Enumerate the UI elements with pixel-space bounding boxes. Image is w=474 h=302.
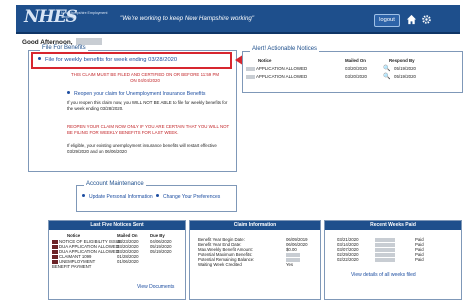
reopen-note: If you reopen this claim now, you WILL N… — [67, 100, 228, 111]
gear-icon[interactable] — [420, 14, 432, 26]
redacted-amount — [375, 243, 395, 247]
bullet-icon — [156, 194, 159, 197]
deadline-note: THIS CLAIM MUST BE FILED AND CERTIFIED O… — [70, 72, 220, 83]
reopen-warning: REOPEN YOUR CLAIM NOW ONLY IF YOU ARE CE… — [67, 124, 230, 135]
redacted-amount — [375, 253, 395, 257]
file-weekly-link[interactable]: File for weekly benefits for week ending… — [38, 57, 177, 63]
alert-respond: 05/19/2020 — [394, 66, 416, 71]
last-five-col-notice: Notice — [67, 233, 81, 238]
redacted-amount — [375, 248, 395, 252]
notice-due: 05/19/2020 — [150, 249, 172, 254]
redacted-value — [286, 253, 300, 257]
week-status: Paid — [415, 257, 424, 262]
redacted-name — [76, 38, 103, 45]
redacted-id — [246, 67, 255, 71]
update-personal-info-link[interactable]: Update Personal Information — [82, 194, 153, 200]
bullet-icon — [82, 194, 85, 197]
change-preferences-link[interactable]: Change Your Preferences — [156, 194, 220, 200]
redacted-id — [246, 75, 255, 79]
claim-value: Yes — [286, 262, 294, 267]
tagline: "We're working to keep New Hampshire wor… — [120, 15, 255, 22]
bottom-tables: Last Five Notices Sent Notice Mailed On … — [48, 220, 462, 300]
last-five-col-mailed: Mailed On — [117, 233, 138, 238]
redacted-amount — [375, 258, 395, 262]
alert-notice: APPLICATION ALLOWED — [255, 66, 308, 71]
update-personal-info-text: Update Personal Information — [89, 194, 153, 200]
notice-row[interactable]: UNEMPLOYMENT BENEFIT PAYMENT — [52, 259, 114, 269]
reopen-claim-link[interactable]: Reopen your claim for Unemployment Insur… — [67, 91, 205, 97]
view-documents-link[interactable]: View Documents — [137, 285, 174, 290]
recent-weeks-paid-table: Recent Weeks Paid 03/21/2020 Paid 03/14/… — [324, 220, 462, 300]
claim-value: $0.00 — [286, 247, 297, 252]
last-five-title: Last Five Notices Sent — [49, 221, 185, 230]
file-benefits-title: File For Benefits — [40, 45, 88, 51]
view-all-weeks-link[interactable]: View details of all weeks filed — [351, 273, 416, 278]
bullet-icon — [38, 57, 41, 60]
account-maintenance-title: Account Maintenance — [84, 181, 146, 187]
alerts-title: Alert! Actionable Notices — [250, 46, 320, 52]
search-icon[interactable]: 🔍 — [383, 65, 390, 72]
change-preferences-text: Change Your Preferences — [163, 194, 221, 200]
eligible-note: If eligible, your existing unemployment … — [67, 143, 217, 154]
recent-weeks-title: Recent Weeks Paid — [325, 221, 461, 230]
last-five-notices-table: Last Five Notices Sent Notice Mailed On … — [48, 220, 186, 300]
alerts-col-respond: Respond By — [389, 58, 415, 63]
alert-respond: 05/19/2020 — [394, 74, 416, 79]
week-date: 02/22/2020 — [337, 257, 359, 262]
nhes-logo[interactable]: NHES New Hampshire Employment Security — [24, 7, 110, 29]
claim-label: Waiting Week Credited — [198, 262, 242, 267]
alert-mailed: 03/20/2020 — [345, 66, 367, 71]
alert-row[interactable]: APPLICATION ALLOWED — [246, 74, 307, 79]
alerts-col-notice: Notice — [258, 58, 272, 63]
alert-notice: APPLICATION ALLOWED — [255, 74, 308, 79]
claim-info-title: Claim Information — [190, 221, 320, 230]
notice-mailed: 01/06/2020 — [117, 259, 139, 264]
redacted-amount — [375, 238, 395, 242]
search-icon[interactable]: 🔍 — [383, 73, 390, 80]
alert-row[interactable]: APPLICATION ALLOWED — [246, 66, 307, 71]
logout-button[interactable]: logout — [374, 14, 400, 27]
home-icon[interactable] — [405, 14, 417, 26]
header-bar: NHES New Hampshire Employment Security "… — [16, 5, 460, 34]
bullet-icon — [67, 91, 70, 94]
reopen-claim-link-text: Reopen your claim for Unemployment Insur… — [74, 91, 206, 97]
file-weekly-link-text: File for weekly benefits for week ending… — [45, 57, 178, 63]
notice-name: UNEMPLOYMENT BENEFIT PAYMENT — [52, 259, 96, 269]
alerts-col-mailed: Mailed On — [345, 58, 366, 63]
alert-mailed: 03/20/2020 — [345, 74, 367, 79]
last-five-col-due: Due By — [150, 233, 165, 238]
claim-information-table: Claim Information Benefit Year Begin Dat… — [189, 220, 321, 300]
logo-org-name: New Hampshire Employment Security — [61, 11, 108, 19]
